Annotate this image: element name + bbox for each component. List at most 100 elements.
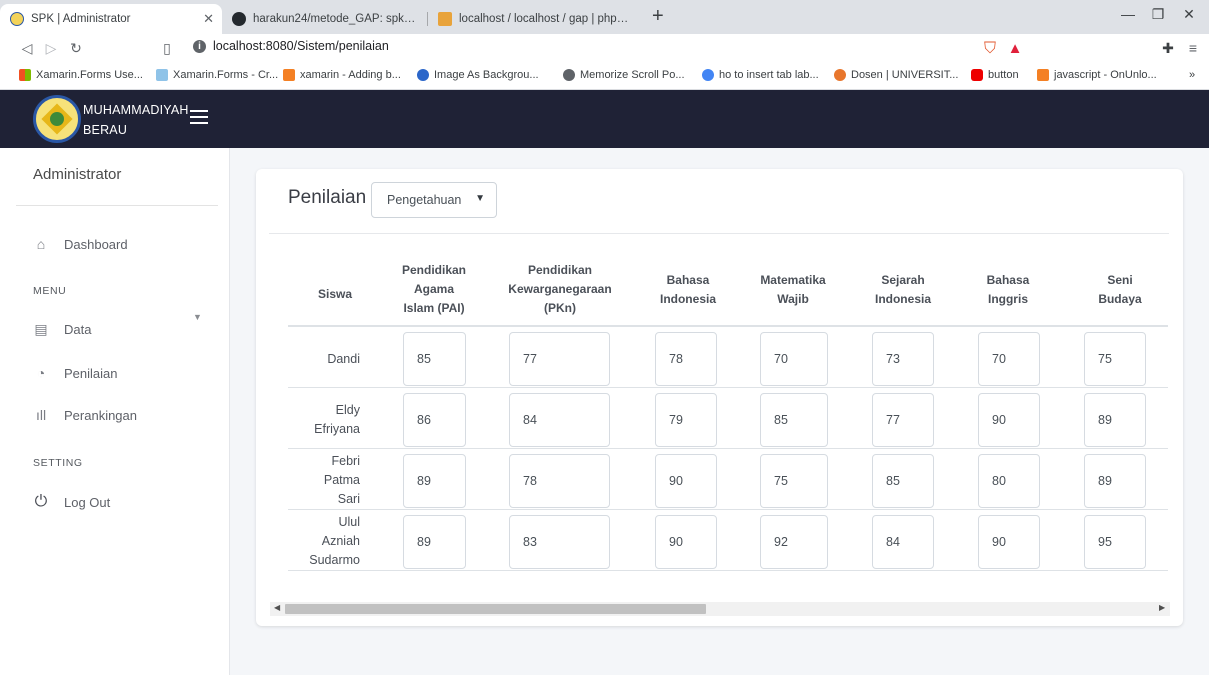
bookmark-icon[interactable]: ▯ — [158, 40, 176, 57]
col-header-matematika: Matematika Wajib — [760, 273, 826, 306]
sidebar-item-dashboard[interactable]: ⌂ Dashboard — [32, 236, 128, 252]
forward-icon[interactable]: ▷ — [42, 40, 60, 57]
category-select[interactable]: Pengetahuan ▼ — [371, 182, 497, 218]
score-input[interactable]: 89 — [403, 515, 466, 569]
hamburger-menu-icon[interactable] — [190, 110, 208, 124]
score-input[interactable]: 90 — [978, 393, 1040, 447]
sidebar-divider — [16, 205, 218, 206]
bookmark-item[interactable]: ho to insert tab lab... — [702, 69, 819, 81]
score-input[interactable]: 90 — [655, 515, 717, 569]
home-icon: ⌂ — [36, 236, 46, 252]
sidebar-item-data[interactable]: ▤ Data — [32, 321, 91, 338]
row-divider — [288, 570, 1168, 571]
tab-title: SPK | Administrator — [31, 13, 131, 25]
score-input[interactable]: 95 — [1084, 515, 1146, 569]
new-tab-button[interactable]: + — [652, 5, 664, 28]
col-header-siswa: Siswa — [317, 287, 353, 301]
address-bar[interactable]: i localhost:8080/Sistem/penilaian — [193, 39, 389, 53]
xamarin-icon — [156, 69, 168, 81]
score-input[interactable]: 80 — [978, 454, 1040, 508]
setting-section-label: SETTING — [33, 457, 83, 469]
bookmark-item[interactable]: xamarin - Adding b... — [283, 69, 401, 81]
chevron-down-icon: ▼ — [475, 193, 485, 204]
score-input[interactable]: 90 — [655, 454, 717, 508]
browser-tab-github[interactable]: harakun24/metode_GAP: spk menggu — [222, 4, 427, 34]
sidebar-item-penilaian[interactable]: ◔ Penilaian — [32, 365, 118, 381]
phpmyadmin-icon — [438, 12, 452, 26]
bookmark-item[interactable]: Dosen | UNIVERSIT... — [834, 69, 958, 81]
restore-icon[interactable]: ❐ — [1143, 6, 1173, 23]
chevron-down-icon: ▼ — [193, 312, 202, 322]
info-icon[interactable]: i — [193, 39, 206, 53]
bookmarks-overflow-icon[interactable]: » — [1189, 69, 1195, 81]
youtube-icon — [971, 69, 983, 81]
sidebar-item-perankingan[interactable]: ıll Perankingan — [32, 407, 137, 423]
stackoverflow-icon — [283, 69, 295, 81]
score-input[interactable]: 75 — [1084, 332, 1146, 386]
score-input[interactable]: 84 — [509, 393, 610, 447]
browser-tab-spk[interactable]: SPK | Administrator ✕ — [0, 4, 222, 34]
score-input[interactable]: 73 — [872, 332, 934, 386]
bookmark-item[interactable]: javascript - OnUnlo... — [1037, 69, 1157, 81]
score-input[interactable]: 77 — [509, 332, 610, 386]
brave-rewards-icon[interactable]: ▲ — [1006, 40, 1024, 57]
score-input[interactable]: 89 — [403, 454, 466, 508]
brand-location: BERAU — [83, 123, 128, 137]
score-input[interactable]: 86 — [403, 393, 466, 447]
microsoft-icon — [19, 69, 31, 81]
page-title: Penilaian — [288, 187, 367, 208]
sidebar-item-logout[interactable]: ⏻ Log Out — [32, 493, 111, 511]
scrollbar-thumb[interactable] — [285, 604, 706, 614]
score-input[interactable]: 89 — [1084, 393, 1146, 447]
score-input[interactable]: 78 — [655, 332, 717, 386]
student-name: Dandi — [327, 352, 360, 366]
bookmark-item[interactable]: Xamarin.Forms - Cr... — [156, 69, 278, 81]
col-header-bahasa-indonesia: Bahasa Indonesia — [659, 273, 716, 306]
minimize-icon[interactable]: — — [1113, 6, 1143, 22]
image-icon — [417, 69, 429, 81]
score-input[interactable]: 75 — [760, 454, 828, 508]
reload-icon[interactable]: ↻ — [67, 40, 85, 57]
score-input[interactable]: 83 — [509, 515, 610, 569]
score-input[interactable]: 90 — [978, 515, 1040, 569]
score-input[interactable]: 77 — [872, 393, 934, 447]
browser-tab-phpmyadmin[interactable]: localhost / localhost / gap | phpMyAd — [428, 4, 646, 34]
google-icon — [702, 69, 714, 81]
menu-icon[interactable]: ≡ — [1184, 40, 1202, 56]
extensions-icon[interactable]: ✚ — [1159, 40, 1177, 57]
brave-shield-icon[interactable]: ⛉ — [981, 40, 999, 58]
score-input[interactable]: 79 — [655, 393, 717, 447]
bookmark-item[interactable]: button — [971, 69, 1019, 81]
brand-name: MUHAMMADIYAH — [83, 103, 189, 117]
tab-title: localhost / localhost / gap | phpMyAd — [459, 13, 636, 25]
sidebar-user: Administrator — [33, 166, 122, 183]
close-tab-icon[interactable]: ✕ — [203, 11, 214, 27]
col-header-bahasa-inggris: Bahasa Inggris — [986, 273, 1030, 306]
tab-title: harakun24/metode_GAP: spk menggu — [253, 13, 417, 25]
scroll-right-icon[interactable]: ▶ — [1159, 603, 1165, 612]
school-logo-icon — [33, 95, 81, 143]
bookmark-item[interactable]: Image As Backgrou... — [417, 69, 539, 81]
score-input[interactable]: 84 — [872, 515, 934, 569]
close-window-icon[interactable]: ✕ — [1174, 6, 1204, 23]
row-divider — [288, 387, 1168, 388]
pie-chart-icon: ◔ — [36, 365, 46, 381]
score-input[interactable]: 70 — [760, 332, 828, 386]
col-header-pai: Pendidikan Agama Islam (PAI) — [401, 263, 466, 315]
bookmark-item[interactable]: Xamarin.Forms Use... — [19, 69, 143, 81]
bookmark-item[interactable]: Memorize Scroll Po... — [563, 69, 685, 81]
university-icon — [834, 69, 846, 81]
score-input[interactable]: 85 — [760, 393, 828, 447]
score-input[interactable]: 70 — [978, 332, 1040, 386]
score-input[interactable]: 78 — [509, 454, 610, 508]
score-input[interactable]: 89 — [1084, 454, 1146, 508]
bookmarks-bar: Xamarin.Forms Use... Xamarin.Forms - Cr.… — [0, 64, 1209, 90]
scroll-left-icon[interactable]: ◀ — [274, 603, 280, 612]
score-input[interactable]: 85 — [872, 454, 934, 508]
col-header-pkn: Pendidikan Kewarganegaraan (PKn) — [508, 263, 612, 315]
back-icon[interactable]: ◁ — [18, 40, 36, 57]
score-input[interactable]: 85 — [403, 332, 466, 386]
score-input[interactable]: 92 — [760, 515, 828, 569]
app-header — [0, 90, 1209, 148]
github-icon — [232, 12, 246, 26]
